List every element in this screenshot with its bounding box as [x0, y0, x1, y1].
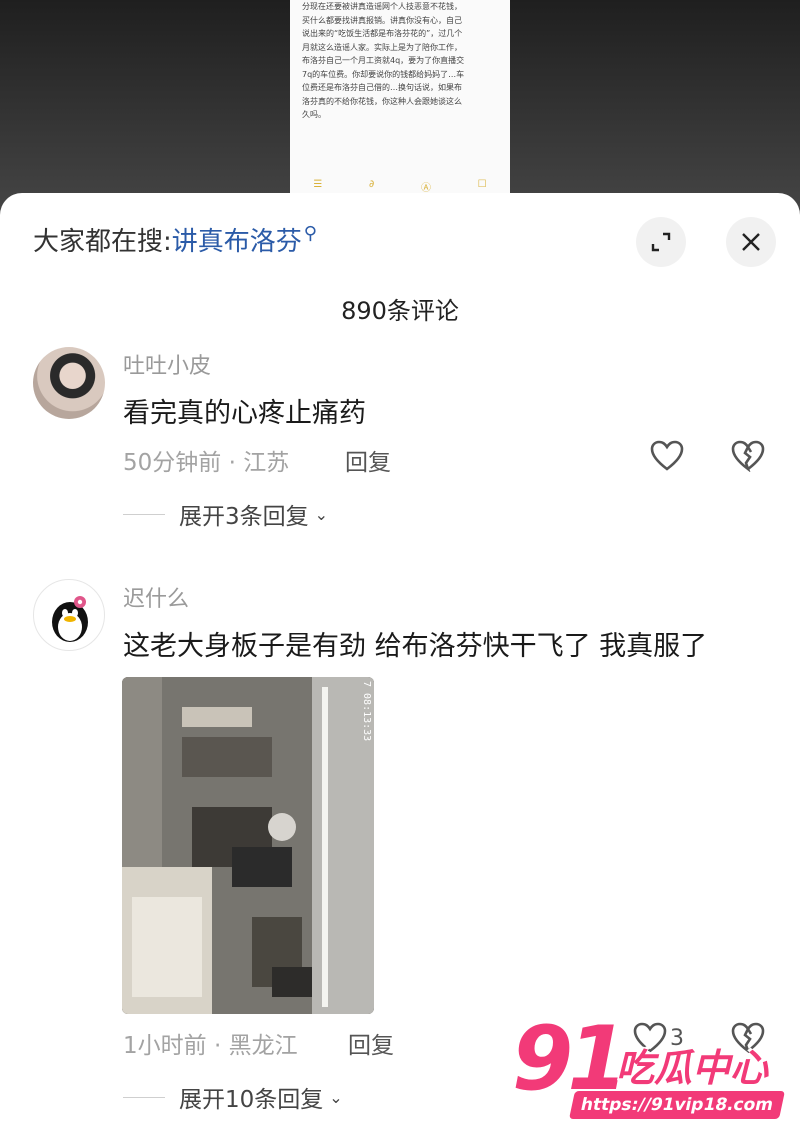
chevron-down-icon: ⌄ [329, 1087, 343, 1107]
expand-replies-label: 展开10条回复 [179, 1087, 324, 1113]
reply-button[interactable]: 回复 [348, 1026, 394, 1060]
like-heart-icon[interactable] [650, 440, 684, 472]
comment-username[interactable]: 吐吐小皮 [123, 348, 211, 380]
dislike-broken-heart-icon[interactable] [731, 440, 765, 472]
comment-photo[interactable]: 7 08:13:33 [122, 677, 374, 1014]
comment-username[interactable]: 迟什么 [123, 581, 189, 613]
fullscreen-button[interactable] [636, 217, 686, 267]
expand-replies-button[interactable]: 展开3条回复 ⌄ [123, 497, 328, 531]
watermark-number: 91 [512, 1007, 628, 1110]
chevron-down-icon: ⌄ [314, 504, 329, 524]
pen-icon: Ⓐ [420, 183, 431, 194]
divider [123, 513, 165, 515]
expand-replies-label: 展开3条回复 [179, 504, 309, 530]
search-icon: ⚲ [303, 223, 317, 244]
note-toolbar: ☰ ∂ Ⓐ ☐ [290, 179, 510, 194]
attachment-icon: ∂ [369, 179, 375, 190]
penguin-avatar-icon [52, 596, 88, 642]
photo-scene [122, 677, 374, 1014]
search-prefix: 大家都在搜: [33, 227, 172, 257]
edit-icon: ☐ [477, 179, 487, 190]
avatar[interactable] [33, 579, 105, 651]
reply-button[interactable]: 回复 [345, 443, 391, 477]
search-term-link[interactable]: 讲真布洛芬 [172, 221, 302, 258]
comment-count: 890条评论 [341, 297, 459, 325]
watermark-url: https://91vip18.com [569, 1091, 785, 1119]
comment-time-location: 50分钟前 · 江苏 [123, 450, 290, 476]
background-note-screenshot: 分现在还要被讲真造谣网个人技恶意不花钱， 买什么都要找讲真报销。讲真你没有心，自… [290, 0, 510, 200]
site-watermark-logo: 91 吃瓜中心 https://91vip18.com [512, 1007, 785, 1125]
expand-replies-button[interactable]: 展开10条回复 ⌄ [123, 1080, 343, 1114]
checklist-icon: ☰ [313, 179, 323, 190]
close-button[interactable] [726, 217, 776, 267]
comment-sheet: 大家都在搜: 讲真布洛芬 ⚲ 890条评论 吐吐小皮 看完真的心疼止痛药 50分… [0, 193, 800, 1145]
divider [123, 1096, 165, 1098]
comment-text: 看完真的心疼止痛药 [123, 398, 366, 429]
expand-icon [651, 232, 671, 252]
avatar[interactable] [33, 347, 105, 419]
comment-time-location: 1小时前 · 黑龙江 [123, 1033, 298, 1059]
note-text: 分现在还要被讲真造谣网个人技恶意不花钱， 买什么都要找讲真报销。讲真你没有心，自… [302, 2, 465, 119]
watermark-name: 吃瓜中心 [616, 1046, 769, 1090]
comment-text: 这老大身板子是有劲 给布洛芬快干飞了 我真服了 [123, 631, 708, 662]
trending-search[interactable]: 大家都在搜: 讲真布洛芬 ⚲ [33, 221, 317, 258]
close-icon [742, 233, 760, 251]
photo-timestamp: 7 08:13:33 [361, 681, 372, 742]
